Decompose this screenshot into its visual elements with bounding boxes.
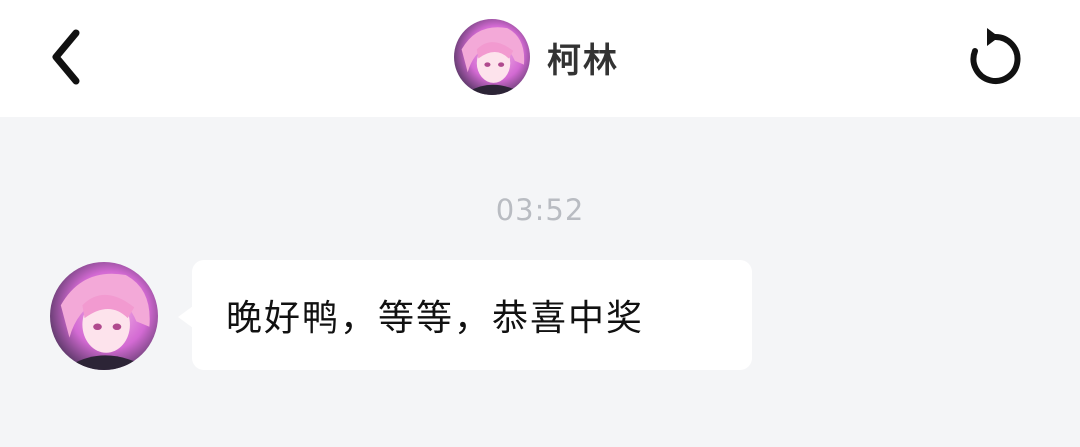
refresh-button[interactable] xyxy=(960,22,1030,92)
chat-header: 柯林 xyxy=(0,0,1080,117)
sender-avatar[interactable] xyxy=(50,262,158,370)
message-text: 晚好鸭，等等，恭喜中奖 xyxy=(226,298,645,339)
bubble-tail xyxy=(178,306,193,328)
chevron-left-icon xyxy=(52,29,80,85)
message-timestamp: 03:52 xyxy=(495,193,585,227)
message-bubble[interactable]: 晚好鸭，等等，恭喜中奖 xyxy=(192,260,752,370)
chat-title: 柯林 xyxy=(547,40,619,81)
refresh-icon xyxy=(970,28,1021,84)
back-button[interactable] xyxy=(36,24,96,90)
avatar[interactable] xyxy=(454,19,530,95)
chat-partner-info[interactable]: 柯林 xyxy=(454,19,619,95)
